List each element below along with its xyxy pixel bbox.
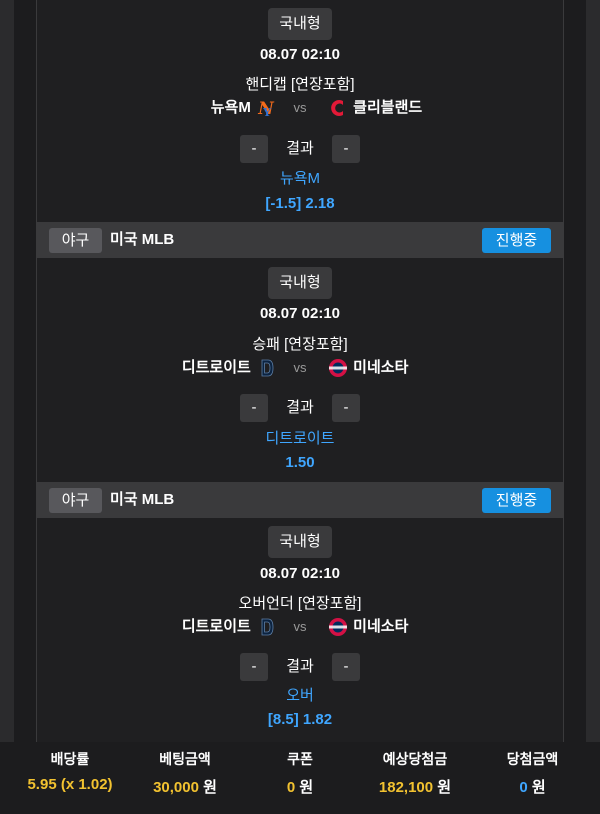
away-team-name: 미네소타 xyxy=(353,359,409,376)
vs-label: vs xyxy=(293,619,307,634)
tigers-logo-icon xyxy=(261,618,274,636)
away-team-name: 미네소타 xyxy=(353,618,409,635)
match-card: 국내형 08.07 02:10 오버언더 [연장포함] 디트로이트 vs 미네소… xyxy=(37,518,563,742)
expected-label: 예상당첨금 xyxy=(382,751,448,767)
mets-logo-icon: N Y xyxy=(257,99,275,119)
league-name: 미국 MLB xyxy=(110,491,175,508)
won-value: 0 xyxy=(519,779,528,796)
match-datetime: 08.07 02:10 xyxy=(259,46,341,63)
odds-value: 5.95 (x 1.02) xyxy=(27,776,113,793)
coupon-label: 쿠폰 xyxy=(287,751,313,767)
result-label: 결과 xyxy=(286,658,314,675)
home-team-name: 디트로이트 xyxy=(181,359,251,376)
minus-button[interactable]: - xyxy=(332,653,360,681)
away-team: 클리블랜드 xyxy=(327,96,422,120)
expected-amount: 182,100 원 xyxy=(355,776,475,797)
home-team: 뉴욕M N Y xyxy=(211,96,277,120)
home-team-name: 뉴욕M xyxy=(210,99,251,116)
away-team-name: 클리블랜드 xyxy=(353,99,423,116)
currency-unit: 원 xyxy=(203,779,217,796)
home-team: 디트로이트 xyxy=(182,615,277,639)
status-badge[interactable]: 진행중 xyxy=(482,228,551,253)
divider xyxy=(563,0,564,742)
pick-odds: 1.50 xyxy=(285,454,315,471)
sport-chip[interactable]: 야구 xyxy=(49,488,102,513)
twins-logo-icon xyxy=(329,618,347,637)
market-name: 오버언더 [연장포함] xyxy=(238,595,362,612)
league-bar: 야구 미국 MLB 진행중 xyxy=(37,222,563,258)
teams-row: 뉴욕M N Y vs 클리블랜드 xyxy=(37,96,563,120)
vs-label: vs xyxy=(293,360,307,375)
bet-label: 베팅금액 xyxy=(159,751,211,767)
match-datetime: 08.07 02:10 xyxy=(259,565,341,582)
selected-pick: 오버 xyxy=(286,687,314,704)
odds-label: 배당률 xyxy=(50,751,90,767)
sport-chip[interactable]: 야구 xyxy=(49,228,102,253)
away-team: 미네소타 xyxy=(327,615,408,639)
twins-logo-icon xyxy=(329,359,347,378)
teams-row: 디트로이트 vs 미네소타 xyxy=(37,356,563,380)
type-badge[interactable]: 국내형 xyxy=(268,8,332,40)
currency-unit: 원 xyxy=(299,779,314,796)
away-team: 미네소타 xyxy=(327,356,408,380)
bet-summary: 배당률 5.95 (x 1.02) 베팅금액 30,000 원 쿠폰 0 원 예… xyxy=(0,742,600,814)
expected-value: 182,100 xyxy=(378,779,434,796)
pick-odds: [-1.5] 2.18 xyxy=(265,195,335,212)
currency-unit: 원 xyxy=(437,779,452,796)
status-badge[interactable]: 진행중 xyxy=(482,488,551,513)
market-name: 승패 [연장포함] xyxy=(252,336,348,353)
match-datetime: 08.07 02:10 xyxy=(259,305,341,322)
minus-button[interactable]: - xyxy=(240,394,268,422)
minus-button[interactable]: - xyxy=(332,135,360,163)
coupon-value: 0 xyxy=(286,779,296,796)
won-amount: 0 원 xyxy=(485,776,580,797)
teams-row: 디트로이트 vs 미네소타 xyxy=(37,615,563,639)
result-row: - 결과 - xyxy=(37,135,563,163)
result-label: 결과 xyxy=(286,399,314,416)
left-gutter xyxy=(0,0,14,814)
type-badge[interactable]: 국내형 xyxy=(268,267,332,299)
coupon-amount: 0 원 xyxy=(250,776,350,797)
match-card: 국내형 08.07 02:10 승패 [연장포함] 디트로이트 vs 미네소타 … xyxy=(37,258,563,482)
pick-odds: [8.5] 1.82 xyxy=(267,711,333,728)
tigers-logo-icon xyxy=(261,359,274,377)
minus-button[interactable]: - xyxy=(332,394,360,422)
selected-pick: 뉴욕M xyxy=(279,170,321,187)
type-badge[interactable]: 국내형 xyxy=(268,526,332,558)
minus-button[interactable]: - xyxy=(240,135,268,163)
result-row: - 결과 - xyxy=(37,394,563,422)
guardians-logo-icon xyxy=(331,100,343,117)
won-label: 당첨금액 xyxy=(506,751,559,767)
vs-label: vs xyxy=(293,100,307,115)
result-row: - 결과 - xyxy=(37,653,563,681)
minus-button[interactable]: - xyxy=(240,653,268,681)
right-gutter xyxy=(586,0,600,814)
league-bar: 야구 미국 MLB 진행중 xyxy=(37,482,563,518)
selected-pick: 디트로이트 xyxy=(265,430,335,447)
market-name: 핸디캡 [연장포함] xyxy=(245,76,355,93)
result-label: 결과 xyxy=(286,140,314,157)
home-team: 디트로이트 xyxy=(182,356,277,380)
match-card: 국내형 08.07 02:10 핸디캡 [연장포함] 뉴욕M N Y vs 클리… xyxy=(37,0,563,222)
league-name: 미국 MLB xyxy=(110,231,175,248)
home-team-name: 디트로이트 xyxy=(181,618,251,635)
bet-amount: 30,000 원 xyxy=(130,776,240,797)
bet-value: 30,000 xyxy=(153,779,199,796)
svg-text:Y: Y xyxy=(262,106,271,119)
currency-unit: 원 xyxy=(531,779,546,796)
